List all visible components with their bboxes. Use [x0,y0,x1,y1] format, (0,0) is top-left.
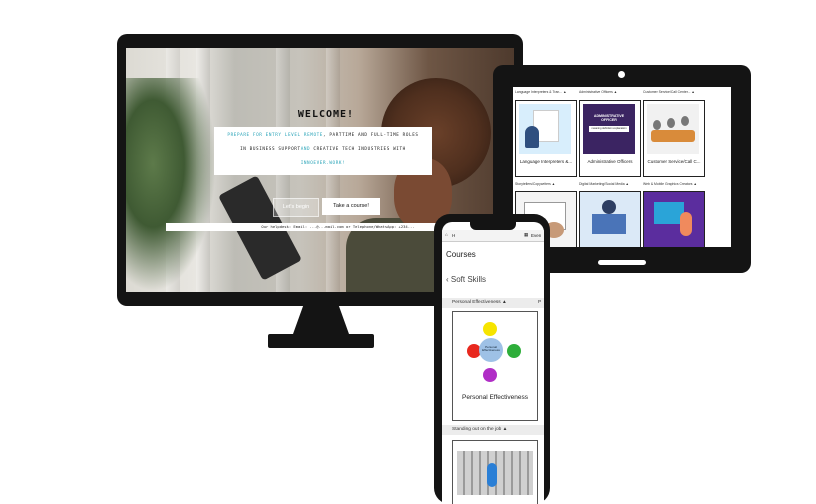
section-header-personal-effectiveness[interactable]: Personal Effectiveness ▲ P [442,298,544,308]
hero-line-1-highlight: PREPARE FOR ENTRY LEVEL REMOTE [227,133,323,138]
category-header[interactable]: Customer Service/Call Center... ▲ [643,90,695,94]
home-indicator [598,260,646,265]
course-card-title: Customer Service/Call C... [647,159,701,164]
person-icon [680,212,692,236]
course-thumbnail [647,104,699,154]
person-icon [602,200,616,214]
home-icon[interactable]: ⌂ [445,232,448,237]
next-section-peek: P [538,300,542,305]
course-thumbnail: ADMINISTRATIVE OFFICER meaning definitio… [583,104,635,154]
category-header[interactable]: Web & Mobile Graphics Creators ▲ [643,182,697,186]
section-header-label: Personal Effectiveness ▲ [452,300,507,305]
call-center-desk-icon [651,130,695,142]
smartphone-device: ⌂ H ▦ Even Courses ‹ Soft Skills Persona… [434,214,550,504]
welcome-heading: WELCOME! [297,109,355,120]
diagram-node-yellow [483,322,497,336]
section-header-label: Standing out on the job ▲ [452,427,508,432]
standout-figure-icon [487,463,497,487]
hero-line-2-a: IN BUSINESS SUPPORT [240,147,301,152]
course-card-title: Language Interpreters &... [519,159,573,164]
calendar-icon[interactable]: ▦ [524,232,528,238]
agent-icon [653,120,661,130]
lets-begin-button[interactable]: Let's begin [273,198,319,217]
hero-text-box: PREPARE FOR ENTRY LEVEL REMOTE, PARTTIME… [214,127,432,175]
course-card[interactable]: ADMINISTRATIVE OFFICER meaning definitio… [579,100,641,177]
monitor-stand-neck [293,306,349,334]
phone-notch [470,222,516,230]
background-plant [126,78,216,292]
nav-home-label[interactable]: H [452,233,455,238]
course-card[interactable] [579,191,641,247]
phone-screen: ⌂ H ▦ Even Courses ‹ Soft Skills Persona… [442,222,544,504]
take-a-course-button[interactable]: Take a course! [322,198,380,215]
category-header[interactable]: Storytellers/Copywriters ▲ [515,182,555,186]
hero-line-2-highlight: AND [300,147,311,152]
category-header[interactable]: Language Interpreters & Tran... ▲ [515,90,566,94]
diagram-node-purple [483,368,497,382]
agent-icon [681,116,689,126]
camera-icon [618,71,625,78]
category-header[interactable]: Digital Marketing/Social Media ▲ [579,182,629,186]
agent-icon [667,118,675,128]
course-card[interactable]: Customer Service/Call C... [643,100,705,177]
diagram-node-green [507,344,521,358]
hero-line-2-b: CREATIVE TECH INDUSTRIES WITH [310,147,406,152]
thumbnail-subtitle: meaning definition explanation [589,126,629,132]
hero-line-3: INNOEVER.WORK! [300,161,346,166]
course-card[interactable] [643,191,705,247]
category-header[interactable]: Administrative Officers ▲ [579,90,617,94]
laptop-icon [592,214,626,234]
course-card-personal-effectiveness[interactable]: Personal Effectiveness Personal Effectiv… [452,311,538,421]
soft-skills-back-link[interactable]: ‹ Soft Skills [446,275,486,284]
hero-line-2: IN BUSINESS SUPPORTAND CREATIVE TECH IND… [214,147,432,152]
course-thumbnail [519,104,571,154]
monitor-stand-base [268,334,374,348]
diagram-center-node: Personal Effectiveness [479,338,503,362]
nav-events-label[interactable]: Even [531,233,541,238]
course-card[interactable]: Language Interpreters &... [515,100,577,177]
section-header-standing-out[interactable]: Standing out on the job ▲ [442,425,544,435]
course-card-title: Personal Effectiveness [462,394,528,401]
phone-nav-bar: ⌂ H ▦ Even [442,230,544,242]
hero-line-1: PREPARE FOR ENTRY LEVEL REMOTE, PARTTIME… [214,133,432,138]
person-icon [525,126,539,148]
page-title: Courses [446,250,476,259]
hero-line-1-rest: , PARTTIME AND FULL-TIME ROLES [323,133,419,138]
course-card-standing-out[interactable] [452,440,538,504]
thumbnail-title: ADMINISTRATIVE OFFICER [593,114,625,122]
course-card-title: Administrative Officers [587,159,633,164]
